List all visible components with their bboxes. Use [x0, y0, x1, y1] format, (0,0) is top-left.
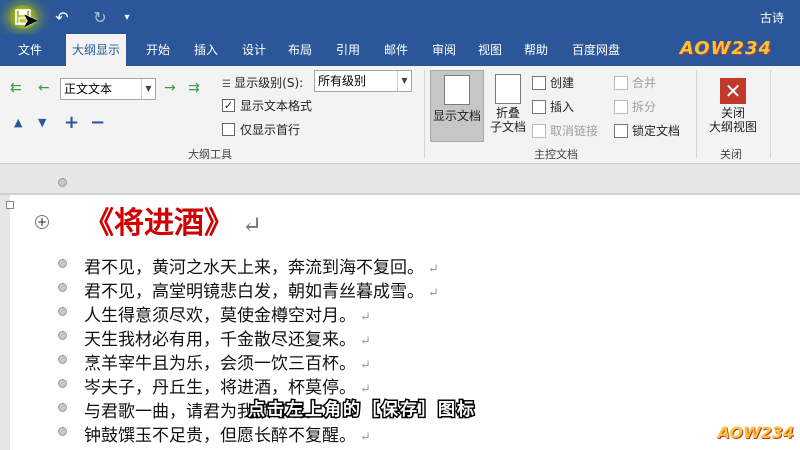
merge-icon	[614, 75, 628, 90]
demote-icon[interactable]: →	[164, 80, 176, 96]
tab-review[interactable]: 审阅	[426, 34, 462, 66]
outline-level-value: 正文文本	[64, 82, 113, 96]
collapse-label-2: 子文档	[489, 120, 526, 134]
redo-icon: ↻	[93, 7, 107, 27]
poem-line[interactable]: 钟鼓馔玉不足贵，但愿长醉不复醒。 ↵	[84, 421, 371, 446]
demote-to-body-icon[interactable]: ⇉	[188, 80, 200, 96]
poem-line[interactable]: 人生得意须尽欢，莫使金樽空对月。 ↵	[84, 301, 371, 326]
split-button[interactable]: 拆分	[614, 98, 656, 115]
show-level-icon: ☰	[222, 79, 235, 90]
undo-button[interactable]: ↶	[52, 5, 72, 29]
close-label-2: 大纲视图	[708, 120, 757, 134]
video-subtitle: 点击左上角的［保存］图标	[247, 399, 476, 422]
poem-line[interactable]: 烹羊宰牛且为乐，会须一饮三百杯。 ↵	[84, 349, 371, 374]
tab-file[interactable]: 文件	[12, 34, 48, 66]
show-document-label: 显示文档	[432, 109, 481, 123]
poem-line[interactable]: 天生我材必有用，千金散尽还复来。 ↵	[84, 325, 371, 350]
outline-bullet[interactable]	[58, 379, 67, 388]
tab-insert[interactable]: 插入	[188, 34, 224, 66]
show-text-format-checkbox[interactable]: ✓	[222, 99, 235, 112]
unlink-icon	[532, 123, 546, 138]
unlink-button[interactable]: 取消链接	[532, 122, 598, 139]
page-corner-icon	[6, 201, 14, 209]
collapse-icon[interactable]: −	[90, 112, 105, 133]
poem-line[interactable]: 君不见，高堂明镜悲白发，朝如青丝暮成雪。 ↵	[84, 277, 439, 302]
collapse-subdocuments-button[interactable]: 折叠 子文档	[486, 70, 530, 142]
collapse-label-1: 折叠	[495, 106, 520, 120]
title-bar: ➤ ↶ ↻ ▾ 古诗	[0, 0, 800, 34]
tab-view[interactable]: 视图	[472, 34, 508, 66]
lock-icon	[614, 123, 628, 138]
chevron-down-icon: ▼	[141, 79, 155, 99]
show-document-icon	[444, 75, 470, 105]
mouse-cursor-icon: ➤	[22, 8, 39, 32]
outline-bullet[interactable]	[58, 283, 67, 292]
tab-layout[interactable]: 布局	[282, 34, 318, 66]
poem-title-text: 《将进酒》	[84, 206, 234, 241]
close-group-label: 关闭	[720, 148, 742, 161]
show-level-value: 所有级别	[318, 74, 367, 88]
outline-bullet[interactable]	[58, 307, 67, 316]
outline-bullet[interactable]	[58, 259, 67, 268]
tab-baidu-netdisk[interactable]: 百度网盘	[566, 34, 626, 66]
customize-qat-button[interactable]: ▾	[120, 5, 134, 29]
watermark-logo: AOW234	[717, 423, 794, 442]
merge-button[interactable]: 合并	[614, 74, 656, 91]
redo-button[interactable]: ↻	[90, 5, 110, 29]
split-icon	[614, 99, 628, 114]
outline-bullet[interactable]	[58, 427, 67, 436]
chevron-down-icon: ▼	[397, 71, 411, 91]
outline-bullet[interactable]	[58, 331, 67, 340]
insert-subdocument-button[interactable]: 插入	[532, 98, 574, 115]
outline-bullet[interactable]	[58, 403, 67, 412]
close-label-1: 关闭	[720, 106, 745, 120]
site-logo: AOW234	[679, 38, 772, 59]
insert-icon	[532, 99, 546, 114]
return-mark-icon: ↵	[242, 211, 263, 239]
lock-document-button[interactable]: 锁定文档	[614, 122, 680, 139]
outline-level-combo[interactable]: 正文文本 ▼	[60, 78, 156, 100]
show-level-combo[interactable]: 所有级别 ▼	[314, 70, 412, 92]
outline-bullet[interactable]	[58, 355, 67, 364]
tab-references[interactable]: 引用	[330, 34, 366, 66]
move-up-icon[interactable]: ▲	[14, 116, 22, 129]
show-first-line-label: 仅显示首行	[240, 123, 301, 137]
window-title: 古诗	[759, 11, 784, 25]
show-level-label: ☰ 显示级别(S):	[222, 76, 304, 90]
collapse-subdocuments-icon	[495, 74, 521, 104]
tab-design[interactable]: 设计	[236, 34, 272, 66]
group-divider	[424, 70, 425, 158]
create-icon	[532, 75, 546, 90]
expand-heading-icon[interactable]: +	[35, 215, 49, 229]
poem-line[interactable]: 君不见，黄河之水天上来，奔流到海不复回。 ↵	[84, 253, 439, 278]
show-first-line-checkbox[interactable]	[222, 123, 235, 136]
outline-bullet[interactable]	[58, 178, 67, 187]
tab-mailings[interactable]: 邮件	[378, 34, 414, 66]
master-document-group-label: 主控文档	[534, 148, 578, 161]
group-divider	[696, 70, 697, 158]
move-down-icon[interactable]: ▼	[38, 116, 46, 129]
promote-icon[interactable]: ←	[38, 80, 50, 96]
close-icon: ✕	[720, 78, 746, 104]
close-outline-view-button[interactable]: ✕ 关闭 大纲视图	[702, 70, 764, 142]
outline-tools-group-label: 大纲工具	[188, 148, 232, 161]
expand-icon[interactable]: +	[64, 112, 79, 133]
ribbon-panel: ⇇ ← 正文文本 ▼ → ⇉ ▲ ▼ + − ☰ 显示级别(S): 所有级别 ▼…	[0, 66, 800, 164]
ribbon-tabs: 文件 大纲显示 开始 插入 设计 布局 引用 邮件 审阅 视图 帮助 百度网盘 …	[0, 34, 800, 66]
tab-outline[interactable]: 大纲显示	[66, 34, 127, 66]
show-text-format-label: 显示文本格式	[240, 99, 313, 113]
tab-home[interactable]: 开始	[140, 34, 176, 66]
undo-icon: ↶	[55, 7, 69, 27]
tab-help[interactable]: 帮助	[518, 34, 554, 66]
poem-title[interactable]: 《将进酒》 ↵	[84, 198, 262, 242]
chevron-down-icon: ▾	[124, 11, 130, 23]
promote-to-heading-1-icon[interactable]: ⇇	[10, 80, 22, 96]
create-button[interactable]: 创建	[532, 74, 574, 91]
show-document-button[interactable]: 显示文档	[430, 70, 484, 142]
group-divider	[770, 70, 771, 158]
